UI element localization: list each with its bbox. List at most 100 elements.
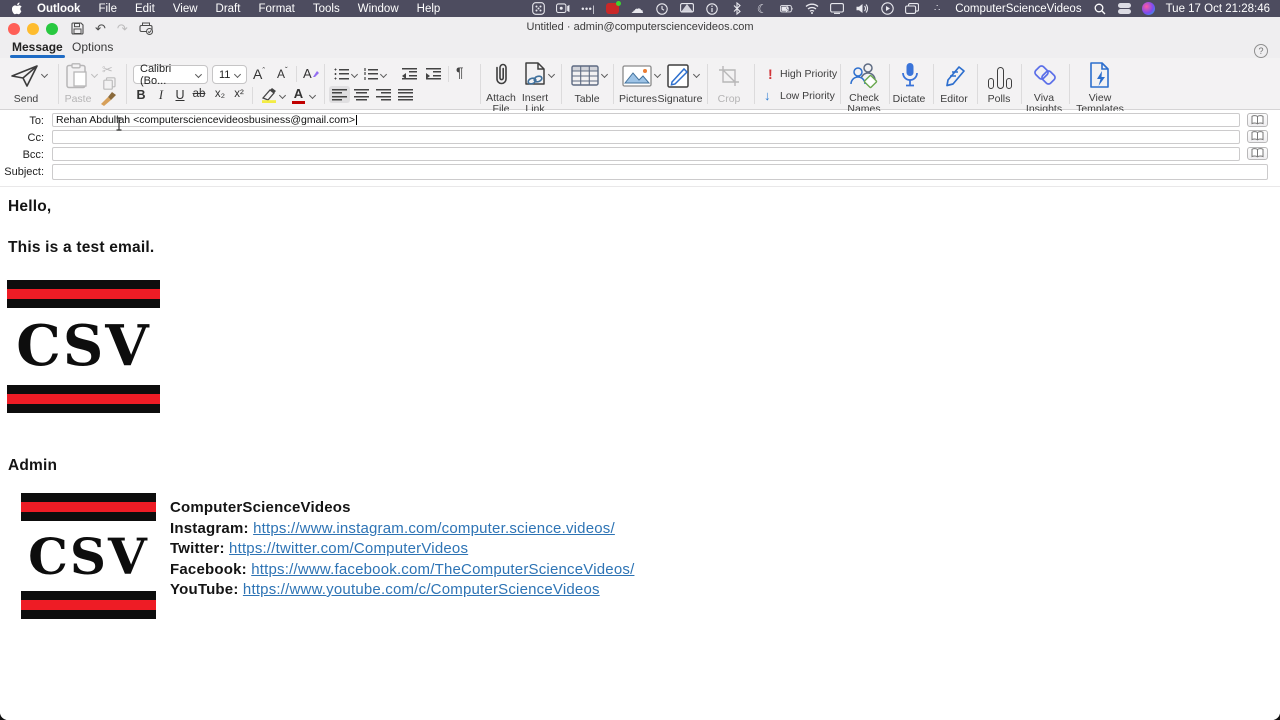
- italic-button[interactable]: I: [152, 88, 170, 103]
- subject-input[interactable]: [52, 164, 1268, 180]
- tab-options[interactable]: Options: [72, 40, 113, 54]
- csv-logo-image[interactable]: CSV: [7, 280, 160, 413]
- search-icon[interactable]: [1093, 2, 1107, 15]
- bullet-list-chevron[interactable]: [350, 70, 359, 79]
- bcc-input[interactable]: [52, 146, 1240, 161]
- mission-dots-icon[interactable]: ∴: [930, 2, 944, 15]
- cc-address-book-button[interactable]: [1247, 129, 1268, 143]
- table-icon[interactable]: [571, 65, 599, 86]
- strikethrough-button[interactable]: ab: [190, 88, 208, 100]
- font-name-select[interactable]: Calibri (Bo...: [133, 63, 208, 87]
- volume-icon[interactable]: [855, 2, 869, 15]
- menu-edit[interactable]: Edit: [135, 3, 155, 15]
- table-button[interactable]: Table: [567, 93, 607, 105]
- menu-help[interactable]: Help: [417, 3, 441, 15]
- insert-link-chevron[interactable]: [547, 70, 556, 79]
- menu-tools[interactable]: Tools: [313, 3, 340, 15]
- attach-file-icon[interactable]: [493, 63, 509, 87]
- displays-icon[interactable]: [680, 2, 695, 15]
- focus-moon-icon[interactable]: ☾: [755, 2, 769, 16]
- more-status-icon[interactable]: •••|: [581, 2, 595, 15]
- table-chevron[interactable]: [600, 70, 609, 79]
- superscript-button[interactable]: x²: [230, 88, 248, 100]
- menu-draft[interactable]: Draft: [216, 3, 241, 15]
- numbered-list-icon[interactable]: [363, 68, 378, 80]
- high-priority-icon[interactable]: !: [768, 66, 773, 82]
- cloud-icon[interactable]: ☁: [630, 1, 644, 16]
- copy-icon[interactable]: [103, 77, 116, 90]
- cc-input[interactable]: [52, 129, 1240, 144]
- underline-button[interactable]: U: [171, 88, 189, 102]
- paste-icon[interactable]: [66, 63, 90, 89]
- facebook-link[interactable]: https://www.facebook.com/TheComputerScie…: [251, 561, 634, 578]
- cut-icon[interactable]: ✂: [102, 62, 113, 78]
- paste-button[interactable]: Paste: [58, 93, 98, 105]
- twitter-link[interactable]: https://twitter.com/ComputerVideos: [229, 540, 468, 557]
- play-circle-icon[interactable]: [880, 2, 894, 15]
- editor-icon[interactable]: [944, 64, 968, 88]
- pictures-icon[interactable]: [622, 65, 652, 87]
- signature-button[interactable]: Signature: [656, 93, 704, 105]
- polls-button[interactable]: Polls: [980, 93, 1018, 105]
- low-priority-icon[interactable]: ↓: [764, 88, 771, 103]
- justify-button[interactable]: [398, 89, 413, 101]
- send-button[interactable]: Send: [6, 93, 46, 105]
- font-size-select[interactable]: 11: [212, 65, 247, 84]
- highlight-color-button[interactable]: [261, 87, 277, 103]
- instagram-link[interactable]: https://www.instagram.com/computer.scien…: [253, 520, 615, 537]
- menu-view[interactable]: View: [173, 3, 198, 15]
- bluetooth-icon[interactable]: [730, 2, 744, 15]
- status-app-name[interactable]: ComputerScienceVideos: [955, 3, 1081, 15]
- message-body[interactable]: Hello, This is a test email. CSV Admin C…: [0, 187, 1280, 720]
- check-names-icon[interactable]: [850, 62, 878, 89]
- paragraph-marks-button[interactable]: ¶: [456, 64, 464, 80]
- signature-chevron[interactable]: [692, 70, 701, 79]
- font-color-dropdown-chevron[interactable]: [308, 91, 317, 100]
- numbered-list-chevron[interactable]: [379, 70, 388, 79]
- stage-manager-icon[interactable]: [905, 2, 920, 15]
- screen-record-icon[interactable]: [556, 2, 570, 15]
- editor-button[interactable]: Editor: [934, 93, 974, 105]
- viva-insights-icon[interactable]: [1032, 63, 1058, 87]
- pictures-button[interactable]: Pictures: [615, 93, 661, 105]
- align-left-button[interactable]: [332, 89, 347, 101]
- format-painter-icon[interactable]: [99, 91, 117, 106]
- menu-outlook[interactable]: Outlook: [37, 3, 80, 15]
- bullet-list-icon[interactable]: [334, 68, 349, 80]
- send-dropdown-chevron[interactable]: [40, 70, 49, 79]
- to-input[interactable]: Rehan Abdullah <computersciencevideosbus…: [52, 113, 1240, 127]
- recorder-app-icon[interactable]: [606, 1, 622, 14]
- high-priority-button[interactable]: High Priority: [780, 68, 837, 80]
- signature-icon[interactable]: [666, 63, 692, 89]
- dictate-icon[interactable]: [901, 62, 919, 89]
- menu-format[interactable]: Format: [258, 3, 294, 15]
- launcher-grid-icon[interactable]: [531, 2, 545, 15]
- clear-formatting-button[interactable]: A: [303, 66, 320, 81]
- highlight-dropdown-chevron[interactable]: [278, 91, 287, 100]
- clock-status-icon[interactable]: [655, 2, 669, 15]
- send-icon[interactable]: [10, 64, 40, 88]
- control-center-icon[interactable]: [1117, 3, 1131, 14]
- align-center-button[interactable]: [354, 89, 369, 101]
- signature-csv-logo-image[interactable]: CSV: [21, 493, 156, 619]
- menu-bar-clock[interactable]: Tue 17 Oct 21:28:46: [1166, 3, 1270, 15]
- view-templates-icon[interactable]: [1089, 62, 1111, 89]
- battery-icon[interactable]: [780, 2, 794, 15]
- font-color-button[interactable]: A: [292, 86, 305, 104]
- apple-menu[interactable]: [12, 2, 23, 15]
- to-address-book-button[interactable]: [1247, 113, 1268, 127]
- shrink-font-button[interactable]: Aˇ: [277, 66, 288, 81]
- pictures-chevron[interactable]: [653, 70, 662, 79]
- align-right-button[interactable]: [376, 89, 391, 101]
- menu-window[interactable]: Window: [358, 3, 399, 15]
- screen-mirroring-icon[interactable]: [830, 2, 845, 15]
- menu-file[interactable]: File: [98, 3, 117, 15]
- siri-icon[interactable]: [1141, 2, 1155, 15]
- bcc-address-book-button[interactable]: [1247, 146, 1268, 160]
- info-icon[interactable]: [705, 2, 719, 15]
- polls-icon[interactable]: [988, 64, 1012, 89]
- insert-link-icon[interactable]: [524, 62, 546, 88]
- wifi-icon[interactable]: [805, 2, 819, 15]
- low-priority-button[interactable]: Low Priority: [780, 90, 835, 102]
- help-icon[interactable]: ?: [1254, 44, 1268, 58]
